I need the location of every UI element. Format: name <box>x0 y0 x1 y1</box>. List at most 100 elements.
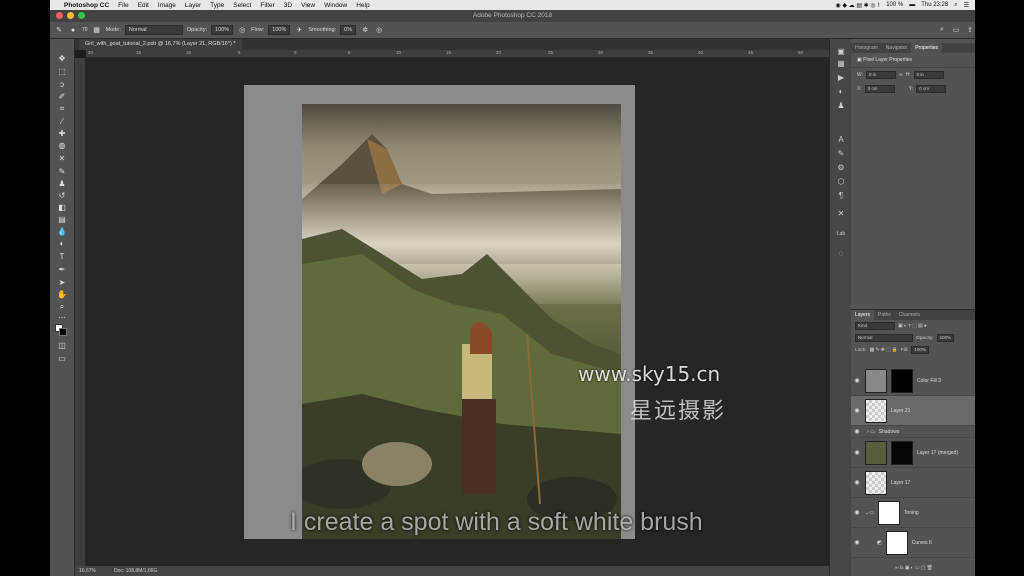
patch-tool-icon[interactable]: ◍ <box>56 140 68 151</box>
layers-footer-icons[interactable]: ∞ fx ▣ ◐ ▭ ▢ 🗑 <box>895 566 933 571</box>
brush-settings-icon[interactable]: ▦ <box>92 25 102 35</box>
blend-mode-select[interactable]: Normal <box>855 334 913 342</box>
ruler-top[interactable]: 20 15 10 5 0 5 10 15 20 25 30 35 40 45 5… <box>86 50 829 58</box>
airbrush-icon[interactable]: ✈ <box>294 25 304 35</box>
canvas-workspace[interactable] <box>86 58 829 566</box>
quick-select-tool-icon[interactable]: ✐ <box>56 91 68 102</box>
menu-list-icon[interactable]: ☰ <box>964 2 969 9</box>
mode-select[interactable]: Normal <box>124 25 183 35</box>
x-field[interactable]: 0 cm <box>864 85 895 93</box>
doc-size[interactable]: Doc: 108,8M/1,66G <box>114 566 157 576</box>
canvas-artwork[interactable] <box>302 104 621 539</box>
zoom-window-button[interactable] <box>78 12 85 19</box>
height-field[interactable]: 0 in <box>913 71 944 79</box>
visibility-eye-icon[interactable]: ◉ <box>851 377 863 384</box>
pressure-opacity-icon[interactable]: ◎ <box>237 25 247 35</box>
layer-row[interactable]: ◉ Color Fill 3 <box>851 366 975 396</box>
tab-layers[interactable]: Layers <box>851 310 875 320</box>
tab-navigator[interactable]: Navigator <box>882 43 911 53</box>
layer-mask-thumbnail[interactable] <box>891 440 913 465</box>
brushes-icon[interactable]: ✎ <box>835 149 847 159</box>
layer-row[interactable]: ◉ Layer 21 <box>851 396 975 426</box>
width-field[interactable]: 0 in <box>866 71 897 79</box>
close-window-button[interactable] <box>56 12 63 19</box>
layer-opacity-field[interactable]: 100% <box>936 334 955 342</box>
layer-row[interactable]: ◉ Layer 17 <box>851 468 975 498</box>
libraries-icon[interactable]: ♟ <box>835 101 847 111</box>
menu-window[interactable]: Window <box>324 2 347 9</box>
flow-field[interactable]: 100% <box>268 25 291 35</box>
smoothing-field[interactable]: 0% <box>340 25 357 35</box>
layer-group-row[interactable]: ◉ › ▭ Shadows <box>851 426 975 438</box>
hand-tool-icon[interactable]: ✋ <box>56 289 68 300</box>
pen-tool-icon[interactable]: ✒ <box>56 264 68 275</box>
background-color-swatch[interactable] <box>59 328 67 336</box>
tool-presets-icon[interactable]: ✕ <box>835 209 847 219</box>
paragraph-icon[interactable]: ¶ <box>835 191 847 201</box>
eraser-tool-icon[interactable]: ◧ <box>56 202 68 213</box>
tab-channels[interactable]: Channels <box>895 310 924 320</box>
brush-tool-icon[interactable]: ✎ <box>56 166 68 177</box>
menu-filter[interactable]: Filter <box>260 2 274 9</box>
visibility-eye-icon[interactable]: ◉ <box>851 539 863 546</box>
brush-tool-icon[interactable]: ✎ <box>54 25 64 35</box>
character-icon[interactable]: A <box>835 135 847 145</box>
visibility-eye-icon[interactable]: ◉ <box>851 428 863 435</box>
menu-edit[interactable]: Edit <box>138 2 149 9</box>
search-icon[interactable]: ⌕ <box>937 25 947 35</box>
status-icons[interactable]: ◉ ◆ ☁ ▤ ✱ ◎ ⌇ <box>835 2 880 9</box>
type-tool-icon[interactable]: T <box>56 251 68 262</box>
fill-field[interactable]: 100% <box>911 346 929 354</box>
share-icon[interactable]: ⇪ <box>965 25 975 35</box>
stamp-tool-icon[interactable]: ♟ <box>56 178 68 189</box>
crop-tool-icon[interactable]: ⌗ <box>56 103 68 114</box>
layer-mask-thumbnail[interactable] <box>885 530 908 555</box>
adjustments-icon[interactable]: ◐ <box>835 87 847 97</box>
screen-mode-icon[interactable]: ▭ <box>56 353 68 364</box>
layer-row[interactable]: ◉ ◩ Curves 6 <box>851 528 975 558</box>
pressure-size-icon[interactable]: ◎ <box>374 25 384 35</box>
battery-level[interactable]: 100 % <box>886 2 903 8</box>
content-move-tool-icon[interactable]: ✕ <box>56 153 68 164</box>
eyedropper-tool-icon[interactable]: ⁄ <box>56 116 68 127</box>
visibility-eye-icon[interactable]: ◉ <box>851 509 863 516</box>
flag-icon[interactable]: ▬ <box>909 2 915 8</box>
gear-icon[interactable]: ✲ <box>360 25 370 35</box>
ruler-left[interactable] <box>75 58 86 566</box>
gradient-tool-icon[interactable]: ▤ <box>56 214 68 225</box>
clock[interactable]: Thu 23:28 <box>921 2 948 8</box>
marquee-tool-icon[interactable]: ⬚ <box>56 66 68 77</box>
menu-image[interactable]: Image <box>158 2 176 9</box>
layer-row[interactable]: ◉ Layer 17 (merged) <box>851 438 975 468</box>
brush-preset-picker[interactable]: ● <box>68 25 78 35</box>
menu-type[interactable]: Type <box>210 2 224 9</box>
history-icon[interactable]: ▣ <box>835 47 847 57</box>
menu-select[interactable]: Select <box>233 2 251 9</box>
actions-icon[interactable]: ▶ <box>835 73 847 83</box>
layer-group-row[interactable]: ◉ ⌄▭ Toning <box>851 498 975 528</box>
zoom-tool-icon[interactable]: ⌕ <box>56 301 68 312</box>
channels-icon[interactable]: ⚙ <box>835 163 847 173</box>
tab-paths[interactable]: Paths <box>874 310 895 320</box>
visibility-eye-icon[interactable]: ◉ <box>851 449 863 456</box>
more-tools-icon[interactable]: ⋯ <box>56 312 68 323</box>
blur-tool-icon[interactable]: 💧 <box>56 226 68 237</box>
spotlight-icon[interactable]: ⌕ <box>954 2 957 9</box>
y-field[interactable]: 0 cm <box>916 85 947 93</box>
layer-mask-thumbnail[interactable] <box>891 368 913 393</box>
link-icon[interactable]: ∞ <box>899 72 903 78</box>
menu-view[interactable]: View <box>301 2 315 9</box>
history-brush-tool-icon[interactable]: ↺ <box>56 190 68 201</box>
bulb-icon[interactable]: ◌ <box>835 249 847 259</box>
tab-histogram[interactable]: Histogram <box>851 43 882 53</box>
filter-icons[interactable]: ▣ ◐ T ⬚ ▤ ● <box>898 324 927 329</box>
swatches-icon[interactable]: ▦ <box>835 59 847 69</box>
visibility-eye-icon[interactable]: ◉ <box>851 479 863 486</box>
lab-icon[interactable]: Lab <box>835 229 847 239</box>
3d-icon[interactable]: ⬡ <box>835 177 847 187</box>
quick-mask-icon[interactable]: ◫ <box>56 340 68 351</box>
move-tool-icon[interactable]: ✥ <box>56 53 68 64</box>
lasso-tool-icon[interactable]: ↄ <box>56 79 68 90</box>
menu-3d[interactable]: 3D <box>284 2 292 9</box>
opacity-field[interactable]: 100% <box>211 25 234 35</box>
